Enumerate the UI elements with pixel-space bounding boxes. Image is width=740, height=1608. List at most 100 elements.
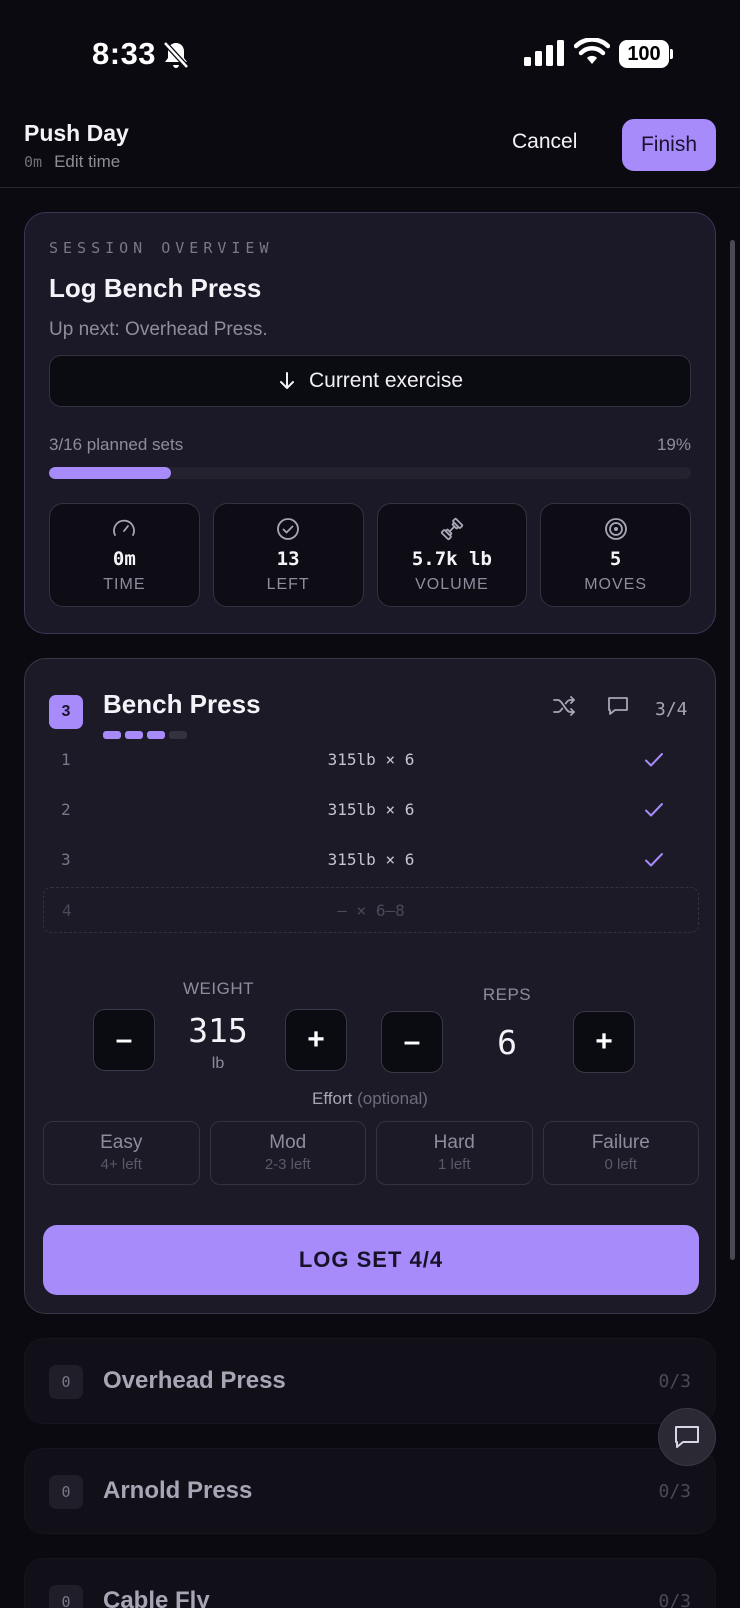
set-description: 315lb × 6 — [327, 850, 415, 869]
exercise-name: Overhead Press — [103, 1367, 286, 1394]
effort-option-failure[interactable]: Failure 0 left — [542, 1121, 699, 1185]
effort-subtitle: 4+ left — [100, 1156, 142, 1173]
exercise-set-count: 0/3 — [658, 1481, 691, 1502]
session-progress-bar — [49, 467, 691, 479]
stat-label: TIME — [103, 576, 146, 593]
stat-value: 0m — [112, 548, 136, 570]
upcoming-exercise-card[interactable]: 0 Cable Fly 0/3 — [24, 1558, 716, 1608]
workout-header: Push Day 0m Edit time Cancel Finish — [0, 108, 740, 188]
stats-row: 0m TIME 13 LEFT 5.7k lb VOLUME 5 MOVES — [49, 503, 691, 607]
edit-time-link[interactable]: Edit time — [54, 152, 120, 171]
weight-increment-button[interactable]: + — [285, 1009, 347, 1071]
set-description: 315lb × 6 — [327, 800, 415, 819]
effort-title: Failure — [591, 1132, 650, 1153]
planned-sets-text: 3/16 planned sets — [49, 435, 184, 454]
set-description: 315lb × 6 — [327, 750, 415, 769]
effort-title: Hard — [433, 1132, 475, 1153]
exercise-name: Bench Press — [103, 689, 261, 719]
comment-icon[interactable] — [605, 693, 631, 719]
progress-percent: 19% — [656, 435, 691, 454]
checkmark-icon — [645, 753, 663, 767]
battery-level: 100 — [619, 40, 669, 68]
effort-subtitle: 1 left — [437, 1156, 471, 1173]
overview-label: SESSION OVERVIEW — [49, 239, 274, 257]
reps-decrement-button[interactable]: – — [381, 1011, 443, 1073]
weight-value[interactable]: 315 — [173, 1011, 263, 1050]
exercise-number-badge: 0 — [49, 1585, 83, 1608]
checkmark-icon — [645, 853, 663, 867]
stat-label: MOVES — [584, 576, 648, 593]
dumbbell-icon — [440, 517, 463, 541]
chat-bubble-icon — [675, 1426, 699, 1448]
effort-title: Easy — [100, 1132, 143, 1153]
reps-value[interactable]: 6 — [467, 1023, 547, 1062]
upcoming-exercise-card[interactable]: 0 Arnold Press 0/3 — [24, 1448, 716, 1534]
effort-options: Easy 4+ left Mod 2-3 left Hard 1 left Fa… — [43, 1121, 699, 1185]
log-set-button[interactable]: LOG SET 4/4 — [43, 1225, 699, 1295]
exercise-number-badge: 3 — [49, 695, 83, 729]
stat-value: 13 — [276, 548, 300, 570]
status-time: 8:33 — [92, 36, 157, 71]
set-row[interactable]: 3 315lb × 6 — [43, 837, 699, 883]
arrow-down-icon — [279, 372, 294, 389]
gauge-icon — [113, 519, 136, 536]
effort-label: Effort (optional) — [25, 1089, 715, 1109]
stat-volume: 5.7k lb VOLUME — [376, 503, 528, 607]
set-row[interactable]: 2 315lb × 6 — [43, 787, 699, 833]
battery-indicator: 100 — [619, 40, 673, 68]
target-icon — [604, 518, 627, 540]
set-row-pending[interactable]: 4 — × 6–8 — [43, 887, 699, 933]
cellular-signal-icon — [524, 40, 564, 66]
effort-optional-text: (optional) — [357, 1089, 428, 1108]
set-row[interactable]: 1 315lb × 6 — [43, 737, 699, 783]
effort-subtitle: 2-3 left — [264, 1156, 311, 1173]
effort-option-hard[interactable]: Hard 1 left — [376, 1121, 533, 1185]
elapsed-time: 0m — [24, 153, 43, 171]
exercise-set-count: 0/3 — [658, 1591, 691, 1608]
checkmark-icon — [645, 803, 663, 817]
stat-moves: 5 MOVES — [540, 503, 691, 607]
weight-unit: lb — [211, 1055, 225, 1072]
finish-button[interactable]: Finish — [622, 119, 716, 171]
scrollbar[interactable] — [730, 240, 735, 1260]
stat-label: LEFT — [266, 576, 310, 593]
bell-muted-icon — [163, 41, 189, 69]
status-bar: 8:33 100 — [0, 0, 740, 108]
workout-title: Push Day — [24, 120, 129, 146]
reps-label: REPS — [482, 985, 532, 1004]
current-exercise-button[interactable]: Current exercise — [49, 355, 691, 407]
session-overview-card: SESSION OVERVIEW Log Bench Press Up next… — [24, 212, 716, 634]
cancel-button[interactable]: Cancel — [512, 130, 577, 154]
upcoming-exercise-card[interactable]: 0 Overhead Press 0/3 — [24, 1338, 716, 1424]
stat-time: 0m TIME — [49, 503, 200, 607]
stat-label: VOLUME — [415, 576, 489, 593]
effort-title: Mod — [269, 1132, 307, 1153]
current-exercise-card: 3 Bench Press 3/4 1 315lb × 6 2 315lb × … — [24, 658, 716, 1314]
set-description: — × 6–8 — [337, 901, 405, 920]
stat-left: 13 LEFT — [212, 503, 364, 607]
session-progress-fill — [49, 467, 171, 479]
weight-decrement-button[interactable]: – — [93, 1009, 155, 1071]
exercise-name: Cable Fly — [103, 1587, 210, 1608]
stat-value: 5.7k lb — [411, 548, 492, 570]
workout-subtitle: 0m Edit time — [24, 152, 120, 172]
effort-option-mod[interactable]: Mod 2-3 left — [209, 1121, 366, 1185]
exercise-number-badge: 0 — [49, 1365, 83, 1399]
wifi-icon — [574, 38, 610, 64]
effort-label-text: Effort — [312, 1089, 353, 1108]
shuffle-icon[interactable] — [551, 693, 577, 719]
up-next-text: Up next: Overhead Press. — [49, 319, 268, 340]
exercise-number-badge: 0 — [49, 1475, 83, 1509]
reps-increment-button[interactable]: + — [573, 1011, 635, 1073]
chat-button[interactable] — [658, 1408, 716, 1466]
exercise-set-count: 0/3 — [658, 1371, 691, 1392]
stat-value: 5 — [609, 548, 622, 570]
exercise-name: Arnold Press — [103, 1477, 253, 1504]
current-exercise-label: Current exercise — [308, 369, 464, 392]
effort-subtitle: 0 left — [604, 1156, 638, 1173]
weight-label: WEIGHT — [183, 979, 254, 998]
exercise-set-count: 3/4 — [655, 699, 688, 720]
effort-option-easy[interactable]: Easy 4+ left — [43, 1121, 200, 1185]
check-circle-icon — [277, 518, 300, 540]
overview-title: Log Bench Press — [49, 273, 262, 303]
